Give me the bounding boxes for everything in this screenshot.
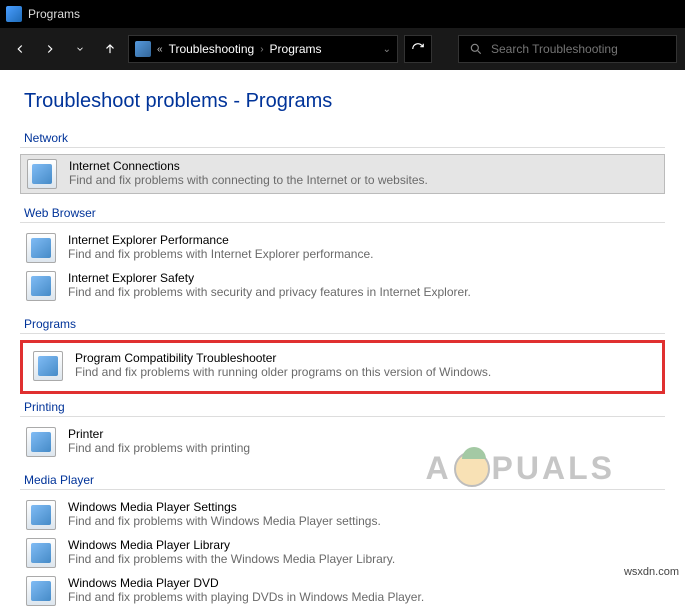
item-name: Internet Explorer Safety [68,271,471,285]
section-programs-label: Programs [24,317,665,331]
globe-icon [27,159,57,189]
watermark-right: PUALS [492,450,615,487]
watermark: A PUALS [425,450,615,487]
recent-dropdown[interactable] [68,37,92,61]
item-name: Internet Explorer Performance [68,233,373,247]
refresh-button[interactable] [404,35,432,63]
window-icon [33,351,63,381]
section-network-label: Network [24,131,665,145]
item-name: Internet Connections [69,159,428,173]
site-label: wsxdn.com [624,566,679,578]
navbar: « Troubleshooting › Programs ⌄ [0,28,685,70]
window-title: Programs [28,7,80,21]
item-name: Printer [68,427,250,441]
mascot-icon [454,451,490,487]
item-wmp-dvd[interactable]: Windows Media Player DVD Find and fix pr… [20,572,665,610]
item-name: Windows Media Player Settings [68,500,381,514]
item-name: Program Compatibility Troubleshooter [75,351,491,365]
wmp-settings-icon [26,500,56,530]
control-panel-icon [135,41,151,57]
item-internet-connections[interactable]: Internet Connections Find and fix proble… [20,154,665,194]
divider [20,147,665,148]
app-icon [6,6,22,22]
ie-icon [26,233,56,263]
forward-button[interactable] [38,37,62,61]
breadcrumb-programs[interactable]: Programs [270,42,322,56]
item-desc: Find and fix problems with running older… [75,365,491,379]
breadcrumb-troubleshooting[interactable]: Troubleshooting [169,42,255,56]
divider [20,222,665,223]
item-wmp-settings[interactable]: Windows Media Player Settings Find and f… [20,496,665,534]
item-wmp-library[interactable]: Windows Media Player Library Find and fi… [20,534,665,572]
search-input[interactable] [491,42,666,56]
item-desc: Find and fix problems with printing [68,441,250,455]
item-desc: Find and fix problems with connecting to… [69,173,428,187]
divider [20,333,665,334]
chevron-right-icon: › [260,44,263,55]
chevron-left-icon: « [157,44,163,55]
wmp-library-icon [26,538,56,568]
content-area: Troubleshoot problems - Programs Network… [0,70,685,610]
item-desc: Find and fix problems with playing DVDs … [68,590,424,604]
item-program-compatibility[interactable]: Program Compatibility Troubleshooter Fin… [27,347,658,385]
item-ie-performance[interactable]: Internet Explorer Performance Find and f… [20,229,665,267]
item-desc: Find and fix problems with Windows Media… [68,514,381,528]
item-name: Windows Media Player DVD [68,576,424,590]
chevron-down-icon[interactable]: ⌄ [383,44,391,55]
printer-icon [26,427,56,457]
item-desc: Find and fix problems with security and … [68,285,471,299]
item-ie-safety[interactable]: Internet Explorer Safety Find and fix pr… [20,267,665,305]
item-desc: Find and fix problems with the Windows M… [68,552,395,566]
highlight-box: Program Compatibility Troubleshooter Fin… [20,340,665,394]
page-title: Troubleshoot problems - Programs [24,90,665,113]
titlebar: Programs [0,0,685,28]
up-button[interactable] [98,37,122,61]
divider [20,416,665,417]
search-box[interactable] [458,35,677,63]
wmp-dvd-icon [26,576,56,606]
section-web-browser-label: Web Browser [24,206,665,220]
ie-safety-icon [26,271,56,301]
item-desc: Find and fix problems with Internet Expl… [68,247,373,261]
divider [20,489,665,490]
section-printing-label: Printing [24,400,665,414]
address-bar[interactable]: « Troubleshooting › Programs ⌄ [128,35,398,63]
back-button[interactable] [8,37,32,61]
search-icon [469,42,483,56]
item-name: Windows Media Player Library [68,538,395,552]
watermark-left: A [425,450,451,487]
